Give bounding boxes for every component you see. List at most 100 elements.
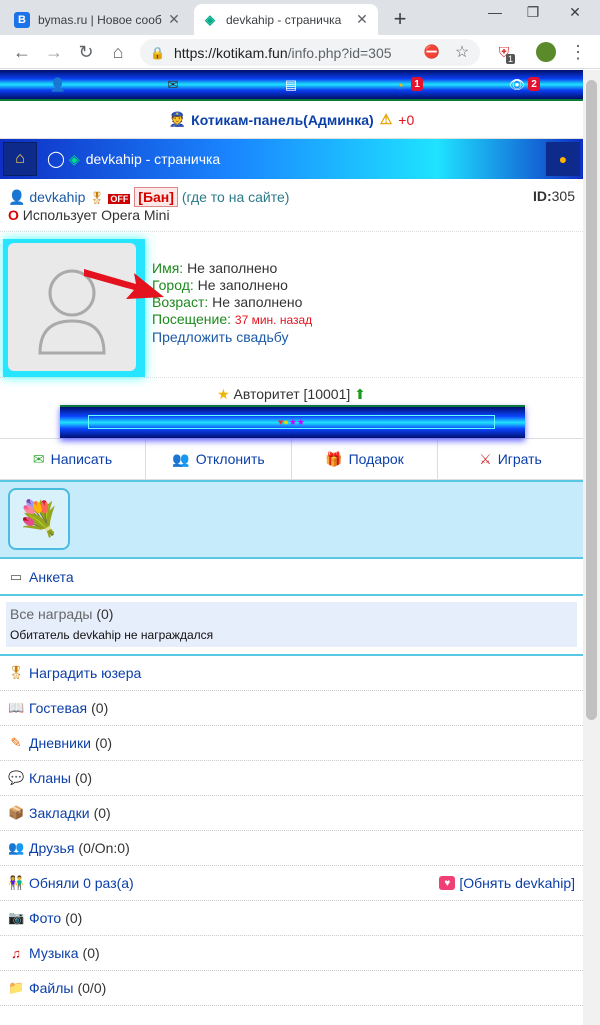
browser-tab-bymas[interactable]: B bymas.ru | Новое сооб ✕	[6, 4, 190, 35]
menu-clans[interactable]: 💬 Кланы (0)	[0, 761, 583, 796]
rss-nav-icon[interactable]: ◔	[390, 77, 410, 93]
extension-badge: 1	[506, 54, 516, 64]
url-path: /info.php?id=305	[287, 44, 392, 61]
avatar[interactable]	[8, 243, 136, 371]
user-nick-link[interactable]: devkahip	[29, 189, 85, 205]
close-window-button[interactable]: ✕	[560, 4, 590, 21]
folder-icon: 📁	[8, 980, 25, 995]
chat-icon: 💬	[8, 770, 25, 785]
rating-icons: ♥ ● ★ ★	[88, 415, 495, 429]
hug-icon: 👫	[8, 875, 25, 890]
admin-panel-row: 👮 Котикам-панель(Админка) ⚠ +0	[0, 101, 583, 139]
user-info-row: 👤 devkahip 🎖 OFF [Бан] (где то на сайте)…	[0, 179, 583, 232]
envelope-icon: ✉	[32, 450, 45, 467]
action-buttons: ✉ Написать 👥 Отклонить 🎁 Подарок ⚔ Играть	[0, 439, 583, 480]
star-icon: ★	[217, 386, 230, 402]
bookmark-star-icon[interactable]: ☆	[450, 40, 474, 64]
menu-diaries[interactable]: ✎ Дневники (0)	[0, 726, 583, 761]
browser-tab-devkahip[interactable]: ◈ devkahip - страничка ✕	[194, 4, 378, 35]
warning-count: +0	[398, 111, 415, 128]
arrow-up-icon[interactable]: ⬆	[354, 386, 366, 402]
back-button[interactable]: ←	[10, 40, 34, 64]
reload-button[interactable]: ↻	[74, 40, 98, 64]
lock-icon: 🔒	[150, 45, 165, 60]
menu-guestbook[interactable]: 📖 Гостевая (0)	[0, 691, 583, 726]
reject-button[interactable]: 👥 Отклонить	[146, 439, 292, 479]
menu-dots-icon[interactable]: ⋮	[566, 40, 590, 64]
profile-info: Имя: Не заполнено Город: Не заполнено Во…	[152, 260, 313, 345]
rating-value: [10001]	[303, 386, 351, 402]
menu-music[interactable]: ♫ Музыка (0)	[0, 936, 583, 971]
guests-count-badge: 2	[528, 77, 540, 91]
home-button[interactable]: ⌂	[106, 40, 130, 64]
awards-section: Все награды (0) Обитатель devkahip не на…	[0, 594, 583, 656]
minimize-button[interactable]: —	[480, 4, 510, 20]
ban-button[interactable]: [Бан]	[134, 187, 178, 207]
menu-files[interactable]: 📁 Файлы (0/0)	[0, 971, 583, 1006]
eye-nav-icon[interactable]: 👁	[507, 77, 527, 93]
opera-icon: ◯	[47, 151, 65, 168]
medal-icon: 🎖	[8, 665, 25, 680]
blocked-icon[interactable]: ⛔	[420, 40, 444, 64]
user-id: ID:305	[532, 188, 575, 204]
home-icon[interactable]: ⌂	[3, 142, 37, 176]
rating-bar: ♥ ● ★ ★	[60, 405, 525, 438]
book-icon: 📖	[8, 700, 25, 715]
menu-bookmarks[interactable]: 📦 Закладки (0)	[0, 796, 583, 831]
gifts-section: 💐	[0, 480, 583, 559]
admin-panel-link[interactable]: Котикам-панель(Админка)	[191, 112, 374, 128]
gift-button[interactable]: 🎁 Подарок	[292, 439, 438, 479]
offline-badge: OFF	[108, 194, 131, 204]
awards-count: (0)	[96, 606, 114, 622]
page-title-bar: ⌂ ◯ ◈ devkahip - страничка ●	[0, 139, 583, 179]
propose-marriage-link[interactable]: Предложить свадьбу	[152, 329, 288, 345]
user-icon: 👤	[8, 189, 26, 205]
list-nav-icon[interactable]: ▤	[281, 77, 301, 93]
opera-browser-icon: O	[8, 207, 19, 223]
page-title: devkahip - страничка	[85, 151, 221, 167]
close-tab-icon[interactable]: ✕	[354, 11, 370, 28]
close-tab-icon[interactable]: ✕	[166, 11, 182, 28]
refresh-icon[interactable]: ●	[546, 142, 580, 176]
flower-bouquet-icon[interactable]: 💐	[8, 488, 70, 550]
rating-section: ★ Авторитет [10001] ⬆ ♥ ● ★ ★	[0, 378, 583, 439]
gift-icon: 🎁	[325, 450, 343, 467]
top-navigation: 👤 ✉ ▤ ◔ 1 👁 2	[0, 70, 583, 101]
tab-title: devkahip - страничка	[226, 12, 342, 27]
page-scrollbar[interactable]	[583, 70, 600, 1025]
camera-icon: 📷	[8, 910, 25, 925]
tab-title: bymas.ru | Новое сооб	[38, 12, 162, 27]
write-button[interactable]: ✉ Написать	[0, 439, 146, 479]
profile-nav-icon[interactable]: 👤	[48, 77, 68, 93]
scrollbar-thumb[interactable]	[586, 80, 597, 720]
menu-friends[interactable]: 👥 Друзья (0/On:0)	[0, 831, 583, 866]
badge-icon: ★	[288, 416, 297, 427]
id-card-icon: ▭	[9, 568, 23, 584]
admin-icon: 👮	[168, 111, 187, 127]
user-location-link[interactable]: (где то на сайте)	[182, 189, 290, 205]
music-icon: ♫	[11, 945, 21, 961]
url-host: https://kotikam.fun	[174, 44, 288, 61]
menu-photos[interactable]: 📷 Фото (0)	[0, 901, 583, 936]
rss-count-badge: 1	[411, 77, 423, 91]
browser-toolbar: ← → ↻ ⌂ 🔒 https://kotikam.fun/info.php?i…	[0, 35, 600, 69]
maximize-button[interactable]: ❐	[518, 4, 548, 21]
site-favicon-icon: ◈	[202, 11, 218, 28]
profile-avatar-icon[interactable]	[534, 40, 558, 64]
anketa-row[interactable]: ▭ Анкета	[0, 559, 583, 594]
menu-award-user[interactable]: 🎖 Наградить юзера	[0, 656, 583, 691]
play-button[interactable]: ⚔ Играть	[438, 439, 583, 479]
new-tab-button[interactable]: +	[388, 6, 412, 32]
user-browser-text: Использует Opera Mini	[22, 207, 170, 223]
forward-button[interactable]: →	[42, 40, 66, 64]
hug-action-link[interactable]: ♥ [Обнять devkahip]	[439, 875, 575, 891]
default-avatar-icon	[38, 269, 106, 355]
mail-nav-icon[interactable]: ✉	[163, 77, 183, 93]
browser-tabstrip: B bymas.ru | Новое сооб ✕ ◈ devkahip - с…	[0, 0, 600, 35]
menu-hugs[interactable]: 👫 Обняли 0 раз(а) ♥ [Обнять devkahip]	[0, 866, 583, 901]
swords-icon: ⚔	[479, 450, 492, 467]
bymas-favicon-icon: B	[14, 11, 30, 28]
avatar-frame	[3, 239, 145, 377]
users-icon: 👥	[172, 450, 190, 467]
profile-section: Имя: Не заполнено Город: Не заполнено Во…	[0, 232, 583, 378]
